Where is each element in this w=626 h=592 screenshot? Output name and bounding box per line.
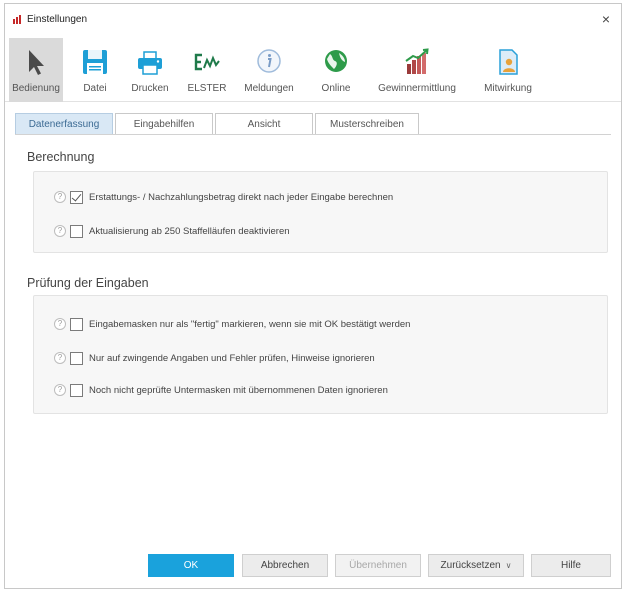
ok-button[interactable]: OK	[148, 554, 234, 577]
checkbox-fertig-markieren[interactable]	[70, 317, 83, 331]
reset-label: Zurücksetzen	[440, 560, 501, 571]
checkbox-hinweise-ignorieren[interactable]	[70, 351, 83, 365]
dialog-footer: OK Abbrechen Übernehmen Zurücksetzen ∨ H…	[5, 546, 621, 588]
toolbar-label: Bedienung	[12, 83, 60, 94]
option-label: Eingabemasken nur als "fertig" markieren…	[89, 318, 411, 330]
help-icon[interactable]: ?	[54, 225, 66, 237]
bar-chart-icon	[405, 48, 429, 74]
tab-ansicht[interactable]: Ansicht	[215, 113, 313, 135]
info-icon	[257, 49, 281, 73]
help-icon[interactable]: ?	[54, 352, 66, 364]
elster-logo-icon	[194, 53, 220, 71]
toolbar-datei-button[interactable]: Datei	[75, 38, 115, 102]
apply-button[interactable]: Übernehmen	[335, 554, 421, 577]
option-row: ? Eingabemasken nur als "fertig" markier…	[54, 316, 410, 332]
option-row: ? Aktualisierung ab 250 Staffelläufen de…	[54, 223, 290, 239]
toolbar-label: ELSTER	[187, 83, 227, 94]
toolbar-bedienung-button[interactable]: Bedienung	[9, 38, 63, 102]
settings-tabs: Datenerfassung Eingabehilfen Ansicht Mus…	[15, 113, 421, 135]
toolbar-label: Online	[321, 83, 351, 94]
section-title-pruefung: Prüfung der Eingaben	[27, 276, 149, 290]
option-row: ? Erstattungs- / Nachzahlungsbetrag dire…	[54, 189, 393, 205]
toolbar-label: Drucken	[131, 83, 169, 94]
option-label: Aktualisierung ab 250 Staffelläufen deak…	[89, 225, 290, 237]
group-berechnung: ? Erstattungs- / Nachzahlungsbetrag dire…	[33, 171, 608, 253]
option-label: Noch nicht geprüfte Untermasken mit über…	[89, 384, 388, 396]
chevron-down-icon: ∨	[505, 561, 512, 570]
help-icon[interactable]: ?	[54, 191, 66, 203]
toolbar-mitwirkung-button[interactable]: Mitwirkung	[477, 38, 539, 102]
toolbar-label: Mitwirkung	[484, 83, 532, 94]
app-icon	[13, 14, 23, 24]
cancel-button[interactable]: Abbrechen	[242, 554, 328, 577]
toolbar-label: Gewinnermittlung	[378, 83, 456, 94]
section-title-berechnung: Berechnung	[27, 150, 95, 164]
help-icon[interactable]: ?	[54, 318, 66, 330]
document-person-icon	[499, 49, 518, 75]
help-button[interactable]: Hilfe	[531, 554, 611, 577]
title-bar: Einstellungen ×	[5, 4, 621, 34]
toolbar-label: Meldungen	[244, 83, 294, 94]
floppy-disk-icon	[83, 50, 107, 74]
cursor-arrow-icon	[29, 50, 44, 75]
toolbar-elster-button[interactable]: ELSTER	[183, 38, 231, 102]
window-title: Einstellungen	[27, 13, 88, 25]
settings-window: Einstellungen × Bedienung Datei Drucken …	[4, 3, 622, 589]
tab-eingabehilfen[interactable]: Eingabehilfen	[115, 113, 213, 135]
toolbar-drucken-button[interactable]: Drucken	[125, 38, 175, 102]
toolbar-gewinnermittlung-button[interactable]: Gewinnermittlung	[369, 38, 465, 102]
close-icon[interactable]: ×	[597, 10, 615, 28]
settings-toolbar: Bedienung Datei Drucken ELSTER Meldungen…	[5, 38, 621, 102]
checkbox-berechnen-direkt[interactable]	[70, 190, 83, 204]
toolbar-label: Datei	[83, 83, 107, 94]
globe-icon	[325, 50, 347, 72]
group-pruefung: ? Eingabemasken nur als "fertig" markier…	[33, 295, 608, 414]
checkbox-aktualisierung-deaktivieren[interactable]	[70, 224, 83, 238]
toolbar-online-button[interactable]: Online	[313, 38, 359, 102]
option-row: ? Nur auf zwingende Angaben und Fehler p…	[54, 350, 375, 366]
reset-dropdown-button[interactable]: Zurücksetzen ∨	[428, 554, 524, 577]
option-label: Nur auf zwingende Angaben und Fehler prü…	[89, 352, 375, 364]
tabs-divider	[15, 134, 611, 135]
toolbar-meldungen-button[interactable]: Meldungen	[241, 38, 297, 102]
tab-datenerfassung[interactable]: Datenerfassung	[15, 113, 113, 135]
printer-icon	[138, 51, 162, 75]
checkbox-untermasken-ignorieren[interactable]	[70, 383, 83, 397]
tab-musterschreiben[interactable]: Musterschreiben	[315, 113, 419, 135]
option-label: Erstattungs- / Nachzahlungsbetrag direkt…	[89, 191, 394, 203]
option-row: ? Noch nicht geprüfte Untermasken mit üb…	[54, 382, 388, 398]
help-icon[interactable]: ?	[54, 384, 66, 396]
